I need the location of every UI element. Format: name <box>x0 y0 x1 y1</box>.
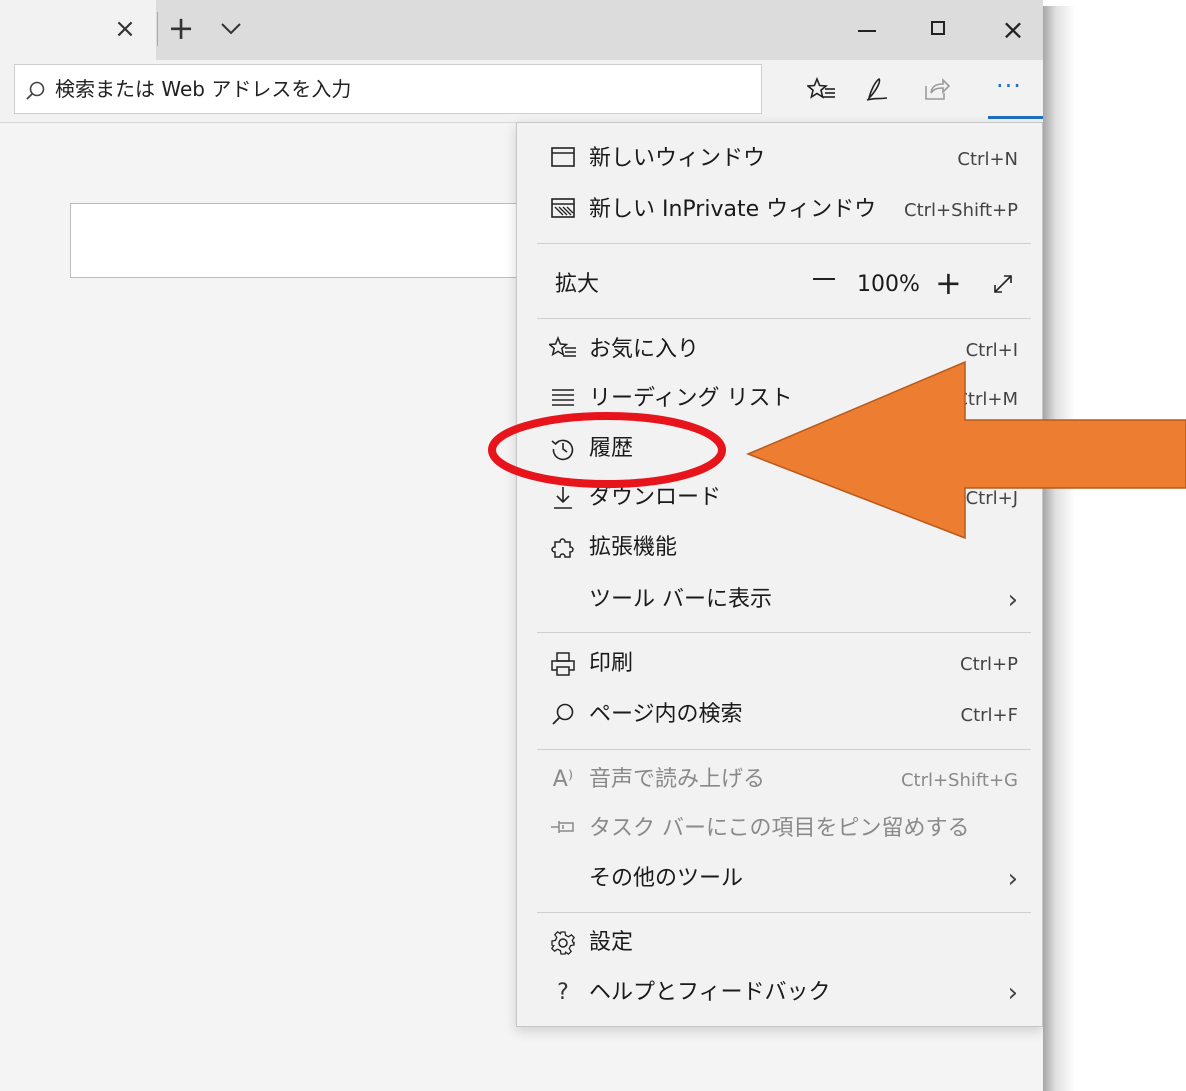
active-tab[interactable]: × <box>0 0 156 60</box>
shortcut-downloads: Ctrl+J <box>965 488 1018 509</box>
download-icon <box>549 484 577 512</box>
menu-label-extensions: 拡張機能 <box>589 535 678 560</box>
menu-label-new-window: 新しいウィンドウ <box>589 146 766 171</box>
search-icon <box>23 79 47 103</box>
more-icon[interactable]: ··· <box>985 74 1033 110</box>
address-bar: ··· <box>0 60 1043 123</box>
search-icon <box>549 701 577 729</box>
chevron-right-icon: › <box>1007 585 1018 615</box>
shortcut-find-on-page: Ctrl+F <box>960 705 1018 726</box>
window-close-button[interactable]: × <box>990 12 1036 48</box>
browser-window: × + × ··· <box>0 0 1043 1091</box>
shortcut-print: Ctrl+P <box>960 654 1018 675</box>
shortcut-reading-list: Ctrl+M <box>955 389 1018 410</box>
pen-icon[interactable] <box>855 76 895 110</box>
history-icon <box>549 435 577 463</box>
chevron-right-icon: › <box>1007 978 1018 1008</box>
menu-item-print[interactable]: 印刷 Ctrl+P <box>517 639 1042 689</box>
favorites-icon[interactable] <box>802 76 842 110</box>
menu-item-settings[interactable]: 設定 <box>517 918 1042 968</box>
menu-item-history[interactable]: 履歴 <box>517 424 1042 474</box>
menu-label-more-tools: その他のツール <box>589 866 744 891</box>
shortcut-read-aloud: Ctrl+Shift+G <box>900 770 1018 791</box>
zoom-out-button[interactable] <box>813 278 835 280</box>
menu-item-zoom: 拡大 100% + <box>517 260 1042 310</box>
menu-divider <box>537 912 1031 913</box>
menu-label-read-aloud: 音声で読み上げる <box>589 767 766 792</box>
tab-divider <box>157 12 158 46</box>
zoom-in-button[interactable]: + <box>935 266 962 300</box>
fullscreen-icon[interactable] <box>987 268 1019 300</box>
menu-label-favorites: お気に入り <box>589 337 700 362</box>
reading-list-icon <box>549 385 577 413</box>
shortcut-new-window: Ctrl+N <box>957 149 1018 170</box>
menu-label-new-inprivate: 新しい InPrivate ウィンドウ <box>589 197 877 222</box>
menu-divider <box>537 632 1031 633</box>
menu-item-favorites[interactable]: お気に入り Ctrl+I <box>517 325 1042 375</box>
menu-item-more-tools[interactable]: その他のツール › <box>517 854 1042 904</box>
gear-icon <box>549 929 577 957</box>
maximize-button[interactable] <box>915 12 961 48</box>
read-aloud-icon: A⁾ <box>552 767 574 792</box>
menu-divider <box>537 318 1031 319</box>
shortcut-new-inprivate: Ctrl+Shift+P <box>904 200 1018 221</box>
menu-item-extensions[interactable]: 拡張機能 <box>517 523 1042 573</box>
inprivate-icon <box>549 196 577 224</box>
menu-label-show-in-toolbar: ツール バーに表示 <box>589 587 772 612</box>
menu-divider <box>537 243 1031 244</box>
menu-label-help: ヘルプとフィードバック <box>589 980 831 1005</box>
share-icon[interactable] <box>917 76 957 110</box>
menu-item-downloads[interactable]: ダウンロード Ctrl+J <box>517 473 1042 523</box>
menu-item-pin-taskbar: タスク バーにこの項目をピン留めする <box>517 804 1042 854</box>
menu-item-new-window[interactable]: 新しいウィンドウ Ctrl+N <box>517 134 1042 184</box>
printer-icon <box>549 650 577 678</box>
menu-item-show-in-toolbar[interactable]: ツール バーに表示 › <box>517 575 1042 625</box>
menu-item-read-aloud: A⁾ 音声で読み上げる Ctrl+Shift+G <box>517 755 1042 805</box>
menu-label-downloads: ダウンロード <box>589 485 722 510</box>
new-tab-button[interactable]: + <box>164 12 198 44</box>
help-icon: ? <box>557 980 569 1005</box>
shortcut-favorites: Ctrl+I <box>965 340 1018 361</box>
menu-label-pin-taskbar: タスク バーにこの項目をピン留めする <box>589 816 970 841</box>
puzzle-icon <box>549 534 577 562</box>
menu-item-reading-list[interactable]: リーディング リスト Ctrl+M <box>517 374 1042 424</box>
menu-label-zoom: 拡大 <box>555 272 600 297</box>
menu-label-reading-list: リーディング リスト <box>589 386 793 411</box>
menu-divider <box>537 749 1031 750</box>
menu-item-find-on-page[interactable]: ページ内の検索 Ctrl+F <box>517 690 1042 740</box>
window-icon <box>549 145 577 173</box>
tab-bar: × + × <box>0 0 1043 60</box>
menu-label-print: 印刷 <box>589 651 634 676</box>
address-field[interactable] <box>14 64 762 114</box>
menu-item-help[interactable]: ? ヘルプとフィードバック › <box>517 968 1042 1018</box>
chevron-down-icon[interactable] <box>214 14 248 44</box>
minimize-button[interactable] <box>843 12 889 48</box>
favorites-icon <box>547 335 577 364</box>
settings-menu: 新しいウィンドウ Ctrl+N 新しい InPrivate ウィンドウ Ctrl… <box>516 122 1043 1027</box>
menu-label-find-on-page: ページ内の検索 <box>589 702 743 727</box>
window-shadow <box>1043 6 1075 1091</box>
zoom-level: 100% <box>857 272 920 297</box>
close-tab-button[interactable]: × <box>110 14 140 44</box>
more-active-indicator <box>988 116 1043 119</box>
menu-item-new-inprivate[interactable]: 新しい InPrivate ウィンドウ Ctrl+Shift+P <box>517 185 1042 235</box>
menu-label-history: 履歴 <box>589 436 634 461</box>
address-input[interactable] <box>55 65 745 113</box>
pin-icon <box>549 815 577 843</box>
menu-label-settings: 設定 <box>589 930 634 955</box>
chevron-right-icon: › <box>1007 864 1018 894</box>
